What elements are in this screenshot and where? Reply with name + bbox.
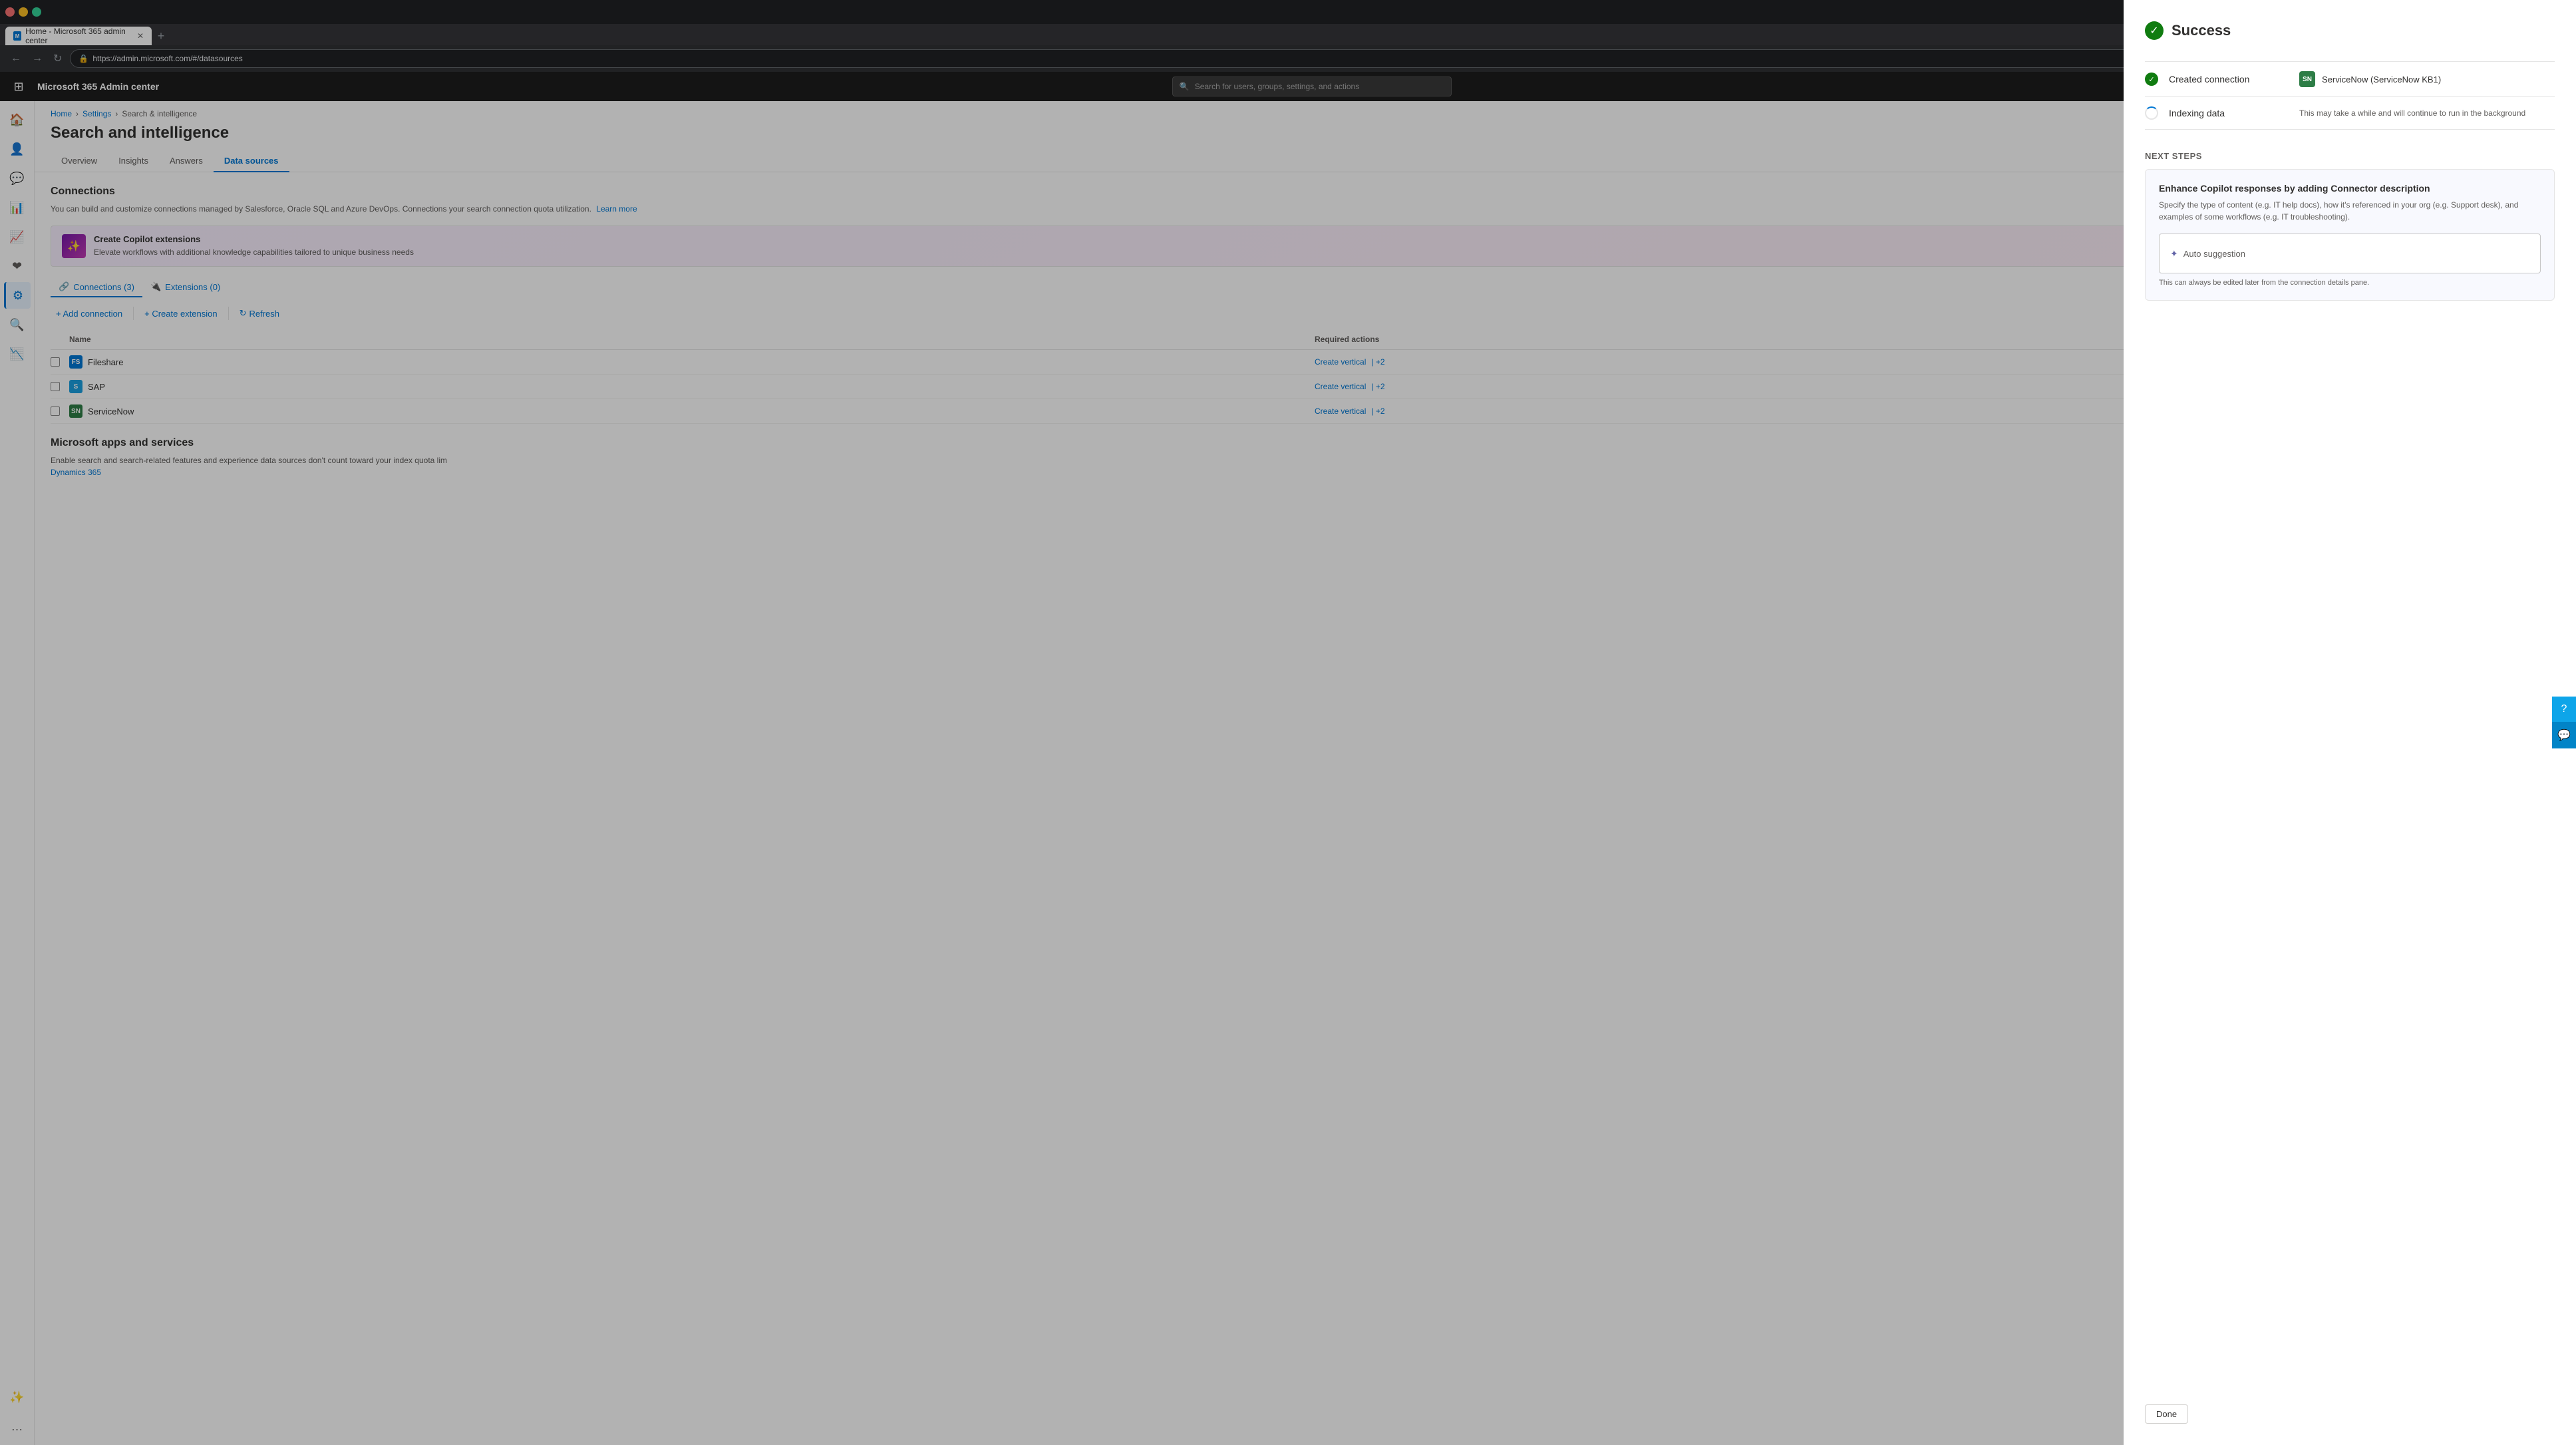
- sparkle-icon: ✦: [2170, 248, 2178, 259]
- servicenow-detail-icon: SN: [2299, 71, 2315, 87]
- done-button[interactable]: Done: [2145, 1404, 2188, 1424]
- success-panel: ✓ Success ✓ Created connection SN Servic…: [2124, 0, 2576, 1445]
- step-indexing: Indexing data This may take a while and …: [2145, 96, 2555, 129]
- help-feedback-button[interactable]: 💬: [2552, 722, 2576, 748]
- step-indexing-name: Indexing data: [2169, 108, 2289, 118]
- servicenow-detail-text: ServiceNow (ServiceNow KB1): [2322, 75, 2441, 84]
- help-chat-button[interactable]: ?: [2552, 697, 2576, 722]
- panel-footer: Done: [2145, 1388, 2555, 1424]
- feedback-icon: 💬: [2557, 728, 2571, 742]
- enhance-card: Enhance Copilot responses by adding Conn…: [2145, 169, 2555, 301]
- steps-list: ✓ Created connection SN ServiceNow (Serv…: [2145, 61, 2555, 130]
- edit-note: This can always be edited later from the…: [2159, 279, 2541, 287]
- success-title: Success: [2172, 22, 2231, 39]
- step-created-connection: ✓ Created connection SN ServiceNow (Serv…: [2145, 61, 2555, 96]
- step-indexing-detail: This may take a while and will continue …: [2299, 108, 2525, 118]
- help-icon: ?: [2561, 703, 2567, 715]
- step-created-name: Created connection: [2169, 74, 2289, 84]
- success-header: ✓ Success: [2145, 21, 2555, 40]
- step-done-icon: ✓: [2145, 73, 2158, 86]
- step-spinner-icon: [2145, 106, 2158, 120]
- enhance-desc: Specify the type of content (e.g. IT hel…: [2159, 199, 2541, 223]
- success-checkmark-icon: ✓: [2145, 21, 2164, 40]
- step-created-detail: SN ServiceNow (ServiceNow KB1): [2299, 71, 2441, 87]
- help-sidebar: ? 💬: [2552, 697, 2576, 748]
- auto-suggestion-label: Auto suggestion: [2183, 249, 2245, 259]
- overlay: ✓ Success ✓ Created connection SN Servic…: [0, 0, 2576, 1445]
- suggestion-box[interactable]: ✦ Auto suggestion: [2159, 234, 2541, 273]
- next-steps-label: Next steps: [2145, 151, 2555, 161]
- enhance-title: Enhance Copilot responses by adding Conn…: [2159, 183, 2541, 194]
